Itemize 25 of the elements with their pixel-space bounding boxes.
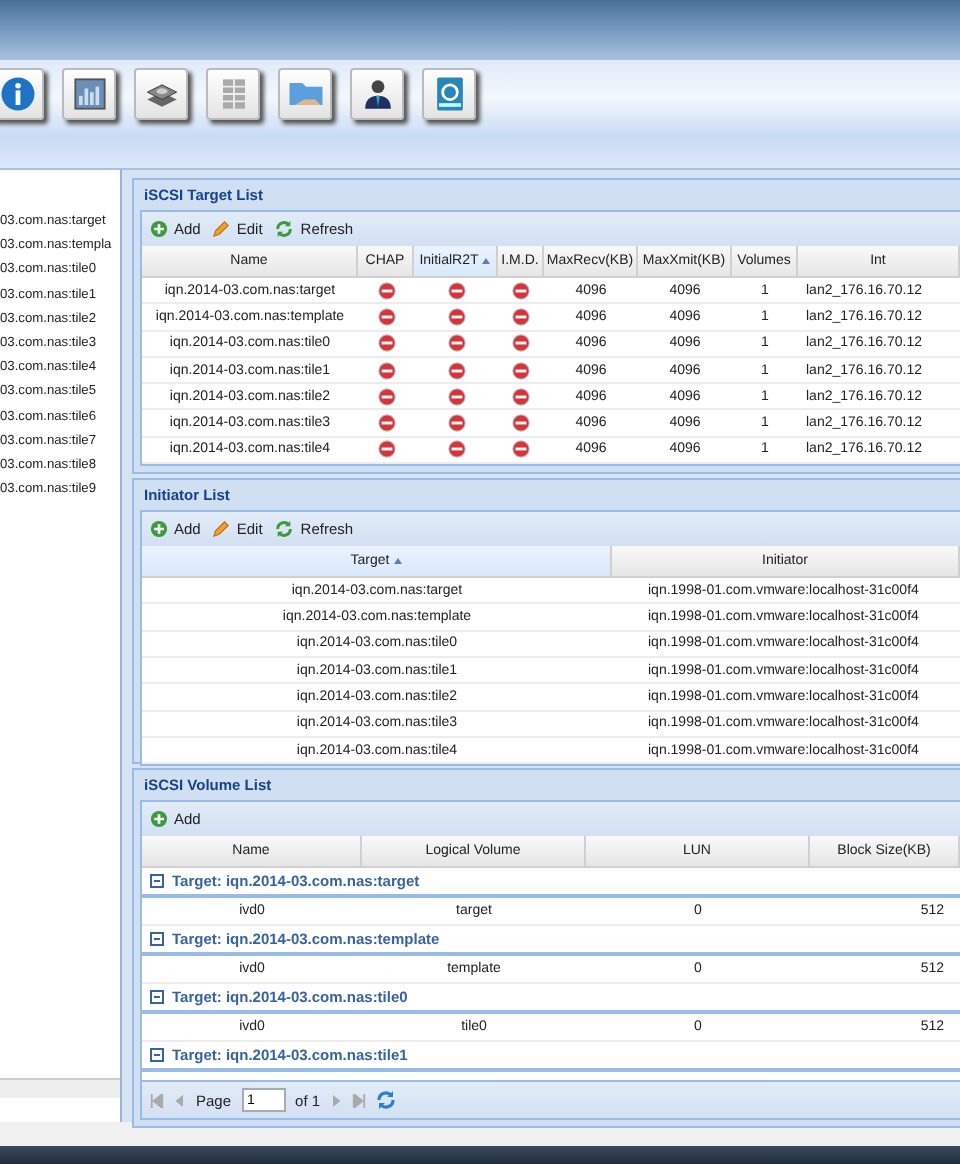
add-icon: [150, 810, 168, 829]
toolbar-button[interactable]: [134, 68, 188, 120]
sort-arrow-icon: [393, 558, 402, 565]
refresh-icon: [274, 220, 295, 238]
pencil-icon: [212, 220, 231, 238]
horizontal-scrollbar[interactable]: [0, 1078, 120, 1098]
toolbar-button[interactable]: [62, 68, 116, 120]
collapse-icon[interactable]: [150, 1048, 164, 1063]
info-icon: [0, 77, 34, 111]
server-rack-icon: [221, 78, 245, 110]
add-icon: [150, 220, 168, 238]
pencil-icon: [212, 520, 231, 539]
sort-arrow-icon: [482, 258, 491, 264]
refresh-icon: [274, 520, 295, 539]
collapse-icon[interactable]: [150, 990, 164, 1005]
refresh-icon[interactable]: [376, 1090, 397, 1111]
collapse-icon[interactable]: [150, 874, 164, 889]
folder-icon: [288, 83, 322, 105]
toolbar-button[interactable]: [350, 68, 404, 120]
person-icon: [364, 80, 390, 109]
backup-icon: [436, 77, 462, 111]
hard-disk-icon: [145, 84, 177, 107]
add-icon: [150, 520, 168, 539]
chart-icon: [73, 78, 105, 110]
collapse-icon[interactable]: [150, 932, 164, 947]
